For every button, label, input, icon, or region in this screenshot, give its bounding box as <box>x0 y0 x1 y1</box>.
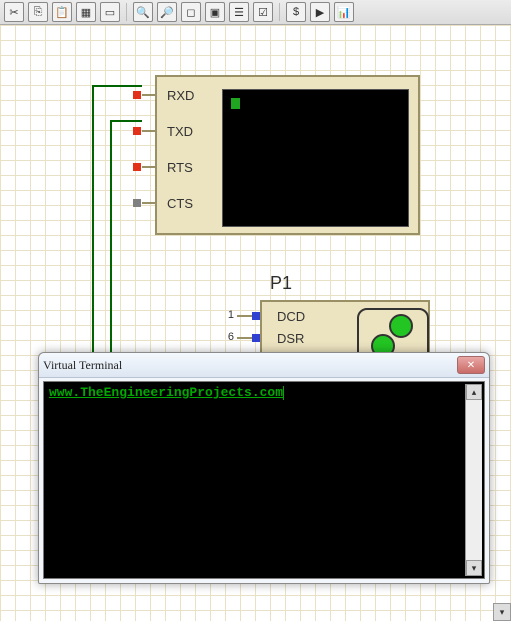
wire <box>92 85 94 369</box>
scroll-up-button[interactable]: ▴ <box>466 384 482 400</box>
wire <box>92 85 142 87</box>
zoom-icon[interactable]: 🔍 <box>133 2 153 22</box>
toolbar-separator <box>126 3 127 21</box>
led-icon <box>389 314 413 338</box>
cursor-icon <box>231 98 240 109</box>
close-button[interactable] <box>457 356 485 374</box>
terminal-text[interactable]: www.TheEngineeringProjects.com <box>46 384 466 576</box>
grid-icon[interactable]: ▦ <box>76 2 96 22</box>
pin-label: CTS <box>167 196 193 211</box>
wire <box>110 120 142 122</box>
text-caret-icon <box>283 386 284 400</box>
layers-icon[interactable]: ☰ <box>229 2 249 22</box>
pin-marker <box>133 91 141 99</box>
wire <box>110 120 112 370</box>
bom-icon[interactable]: $ <box>286 2 306 22</box>
props-icon[interactable]: ☑ <box>253 2 273 22</box>
pin-marker <box>252 312 260 320</box>
terminal-body: www.TheEngineeringProjects.com ▴ ▾ <box>43 381 485 579</box>
pin-marker <box>133 199 141 207</box>
pin-stub <box>142 130 157 132</box>
scrollbar[interactable]: ▴ ▾ <box>465 384 482 576</box>
pin-label: DCD <box>277 309 305 324</box>
paste-icon[interactable]: 📋 <box>52 2 72 22</box>
component-ref-p1: P1 <box>270 273 292 294</box>
cut-icon[interactable]: ✂ <box>4 2 24 22</box>
pin-marker <box>133 127 141 135</box>
toolbar: ✂⎘📋▦▭ 🔍🔎◻▣☰☑ $▶📊 <box>0 0 511 25</box>
sim-icon[interactable]: ▶ <box>310 2 330 22</box>
chart-icon[interactable]: 📊 <box>334 2 354 22</box>
pin-marker <box>133 163 141 171</box>
pin-number: 6 <box>222 331 234 343</box>
titlebar[interactable]: Virtual Terminal <box>39 353 489 378</box>
component-virtual-terminal[interactable]: RXD TXD RTS CTS <box>155 75 420 235</box>
pin-stub <box>142 202 157 204</box>
nav-icon[interactable]: ◻ <box>181 2 201 22</box>
scroll-down-button[interactable]: ▾ <box>466 560 482 576</box>
toolbar-separator <box>279 3 280 21</box>
copy-icon[interactable]: ⎘ <box>28 2 48 22</box>
select-icon[interactable]: ▭ <box>100 2 120 22</box>
pin-stub <box>142 94 157 96</box>
pin-number: 1 <box>222 309 234 321</box>
search-icon[interactable]: 🔎 <box>157 2 177 22</box>
pin-label: RXD <box>167 88 194 103</box>
vt-mini-screen <box>222 89 409 227</box>
pin-stub <box>142 166 157 168</box>
sheet-icon[interactable]: ▣ <box>205 2 225 22</box>
scroll-down-button[interactable]: ▾ <box>493 603 511 621</box>
pin-label: RTS <box>167 160 193 175</box>
window-title: Virtual Terminal <box>43 358 457 373</box>
virtual-terminal-window[interactable]: Virtual Terminal www.TheEngineeringProje… <box>38 352 490 584</box>
pin-marker <box>252 334 260 342</box>
pin-label: TXD <box>167 124 193 139</box>
pin-label: DSR <box>277 331 304 346</box>
